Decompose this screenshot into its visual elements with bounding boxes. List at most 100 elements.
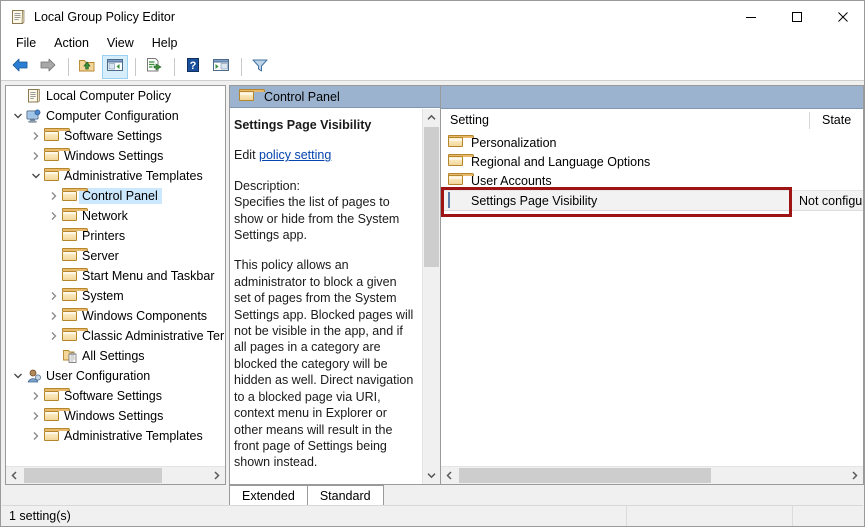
column-header-state[interactable]: State [822,113,851,127]
chevron-right-icon[interactable] [28,386,44,406]
scroll-thumb[interactable] [24,468,162,483]
edit-policy-setting-link[interactable]: policy setting [259,148,331,162]
filter-funnel-icon [251,57,269,76]
computer-icon [26,108,43,124]
tree-item-printers[interactable]: Printers [6,226,225,246]
back-button[interactable] [7,55,33,79]
list-item-regional-and-language-options[interactable]: Regional and Language Options [441,152,863,171]
forward-arrow-icon [39,57,57,76]
scroll-down-arrow[interactable] [423,467,440,484]
window-controls [728,1,864,32]
column-header-setting[interactable]: Setting [450,113,489,127]
filter-button[interactable] [247,55,273,79]
tree-item-computer-configuration[interactable]: Computer Configuration [6,106,225,126]
view-options-button[interactable] [208,55,234,79]
toolbar-separator [241,57,242,76]
tree-item-system[interactable]: System [6,286,225,306]
list-item-personalization[interactable]: Personalization [441,133,863,152]
tree-item-windows-settings-computer[interactable]: Windows Settings [6,146,225,166]
maximize-button[interactable] [774,1,820,32]
list-item-label: User Accounts [471,173,552,188]
all-settings-icon [62,348,79,364]
list-pane-header [441,86,863,109]
no-twisty [46,246,62,266]
chevron-right-icon[interactable] [46,286,62,306]
description-paragraph-1: Specifies the list of pages to show or h… [234,195,400,243]
tree-item-all-settings[interactable]: All Settings [6,346,225,366]
chevron-right-icon[interactable] [28,146,44,166]
policy-scroll-icon [26,88,43,104]
details-vertical-scrollbar[interactable] [422,109,440,484]
tree-item-windows-components[interactable]: Windows Components [6,306,225,326]
scroll-right-arrow[interactable] [846,467,863,484]
list-horizontal-scrollbar[interactable] [441,466,863,484]
user-icon [26,368,43,384]
tree-item-label: User Configuration [46,369,151,383]
tree-item-classic-administrative-templates[interactable]: Classic Administrative Ter [6,326,225,346]
chevron-right-icon[interactable] [46,206,62,226]
chevron-right-icon[interactable] [46,326,62,346]
menu-help[interactable]: Help [143,34,187,52]
tree-item-local-computer-policy[interactable]: Local Computer Policy [6,86,225,106]
tab-extended[interactable]: Extended [229,485,308,505]
settings-list[interactable]: Personalization Regional and Language Op… [441,133,863,465]
window-title: Local Group Policy Editor [34,9,176,24]
tree-item-control-panel[interactable]: Control Panel [6,186,225,206]
list-column-headers: Setting State [441,109,863,134]
tree-item-server[interactable]: Server [6,246,225,266]
chevron-right-icon[interactable] [46,186,62,206]
help-button[interactable]: ? [180,55,206,79]
no-twisty [46,266,62,286]
tree-item-start-menu-and-taskbar[interactable]: Start Menu and Taskbar [6,266,225,286]
list-item-settings-page-visibility[interactable]: Settings Page Visibility Not configu [441,190,863,211]
status-text: 1 setting(s) [9,509,71,523]
tree-item-label: Local Computer Policy [46,89,172,103]
tree-item-network[interactable]: Network [6,206,225,226]
menu-action[interactable]: Action [45,34,98,52]
menu-file[interactable]: File [7,34,45,52]
tree-item-windows-settings-user[interactable]: Windows Settings [6,406,225,426]
chevron-right-icon[interactable] [46,306,62,326]
minimize-button[interactable] [728,1,774,32]
policy-title: Settings Page Visibility [234,118,372,132]
chevron-down-icon[interactable] [10,106,26,126]
show-hide-tree-button[interactable] [102,54,128,79]
close-button[interactable] [820,1,864,32]
console-tree-pane: Local Computer Policy Computer Configura… [5,85,226,485]
tree-item-label: Administrative Templates [64,169,203,183]
list-item-user-accounts[interactable]: User Accounts [441,171,863,190]
up-folder-icon [78,57,96,76]
scroll-left-arrow[interactable] [441,467,458,484]
chevron-down-icon[interactable] [10,366,26,386]
tree-item-administrative-templates-computer[interactable]: Administrative Templates [6,166,225,186]
chevron-right-icon[interactable] [28,406,44,426]
tree-item-label: Classic Administrative Ter [82,329,225,343]
folder-icon [62,328,88,344]
chevron-right-icon[interactable] [28,126,44,146]
scroll-up-arrow[interactable] [423,109,440,126]
tab-standard[interactable]: Standard [306,485,384,505]
help-question-icon: ? [184,57,202,76]
scroll-thumb[interactable] [459,468,711,483]
tree-item-user-configuration[interactable]: User Configuration [6,366,225,386]
folder-icon [44,168,70,184]
chevron-right-icon[interactable] [28,426,44,446]
export-list-button[interactable] [141,55,167,79]
chevron-down-icon[interactable] [28,166,44,186]
column-divider [809,112,810,129]
menu-view[interactable]: View [98,34,143,52]
folder-icon [44,128,70,144]
tree-horizontal-scrollbar[interactable] [6,466,225,484]
toolbar: ? [1,53,864,81]
toolbar-separator [135,57,136,76]
tree-item-software-settings-user[interactable]: Software Settings [6,386,225,406]
up-folder-button[interactable] [74,55,100,79]
scroll-thumb[interactable] [424,127,439,267]
scroll-left-arrow[interactable] [6,467,23,484]
tree-item-software-settings-computer[interactable]: Software Settings [6,126,225,146]
policy-tree[interactable]: Local Computer Policy Computer Configura… [6,86,225,484]
status-divider [626,506,628,526]
forward-button[interactable] [35,55,61,79]
scroll-right-arrow[interactable] [208,467,225,484]
tree-item-administrative-templates-user[interactable]: Administrative Templates [6,426,225,446]
